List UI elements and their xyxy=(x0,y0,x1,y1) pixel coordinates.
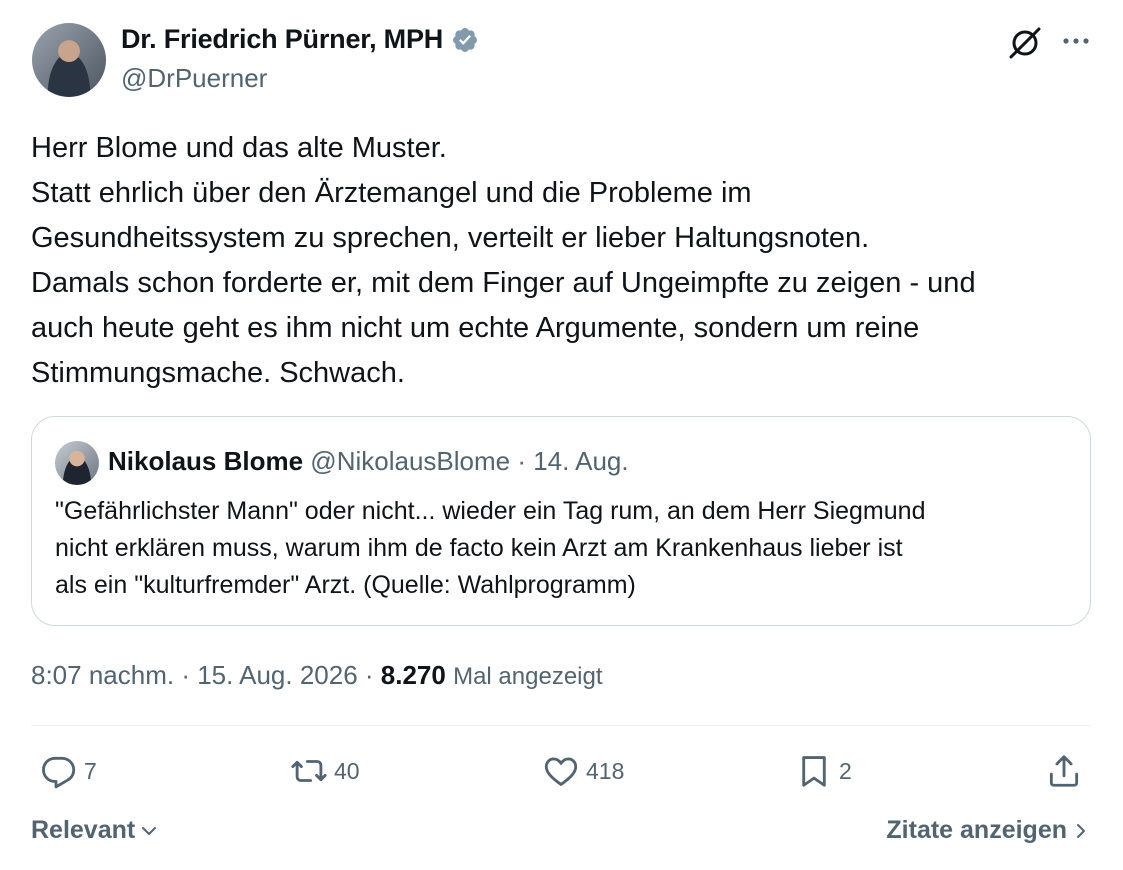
quoted-tweet-line: nicht erklären muss, warum ihm de facto … xyxy=(55,534,903,562)
sort-label: Relevant xyxy=(31,816,136,844)
bookmark-icon xyxy=(802,756,826,787)
tweet-line: Statt ehrlich über den Ärztemangel und d… xyxy=(31,177,752,209)
like-count: 418 xyxy=(586,757,625,784)
tweet-line: Gesundheitssystem zu sprechen, verteilt … xyxy=(31,222,870,254)
author-handle[interactable]: @DrPuerner xyxy=(121,63,267,94)
bookmark-count: 2 xyxy=(839,757,852,784)
author-name[interactable]: Dr. Friedrich Pürner, MPH xyxy=(121,24,443,55)
view-quotes-label: Zitate anzeigen xyxy=(886,816,1067,844)
quoted-tweet-text: "Gefährlichster Mann" oder nicht... wied… xyxy=(55,493,1065,604)
tweet-timestamp[interactable]: 8:07 nachm. · 15. Aug. 2026 · xyxy=(31,660,381,690)
tweet-line: auch heute geht es ihm nicht um echte Ar… xyxy=(31,312,920,344)
bookmark-button[interactable]: 2 xyxy=(795,752,852,790)
author-name-row: Dr. Friedrich Pürner, MPH xyxy=(121,24,479,55)
repost-count: 40 xyxy=(334,757,360,784)
tweet-line: Herr Blome und das alte Muster. xyxy=(31,132,447,164)
sort-dropdown[interactable]: Relevant xyxy=(31,816,159,845)
quoted-author-meta: @NikolausBlome · 14. Aug. xyxy=(310,446,629,476)
tweet-line: Stimmungsmache. Schwach. xyxy=(31,357,405,389)
like-icon xyxy=(544,757,578,786)
author-avatar[interactable] xyxy=(32,23,106,97)
grok-icon[interactable] xyxy=(1007,25,1043,61)
quoted-author-avatar xyxy=(55,441,99,485)
reply-icon xyxy=(42,756,76,789)
chevron-down-icon xyxy=(142,826,157,835)
share-button[interactable] xyxy=(1045,752,1083,790)
view-quotes-link[interactable]: Zitate anzeigen xyxy=(886,816,1091,845)
quoted-tweet-line: als ein "kulturfremder" Arzt. (Quelle: W… xyxy=(55,571,636,599)
verified-badge-icon xyxy=(453,27,478,52)
reply-button[interactable]: 7 xyxy=(40,752,97,790)
chevron-right-icon xyxy=(1077,823,1085,838)
repost-button[interactable]: 40 xyxy=(290,752,360,790)
tweet-text: Herr Blome und das alte Muster. Statt eh… xyxy=(31,126,1101,396)
quoted-tweet-header: Nikolaus Blome @NikolausBlome · 14. Aug. xyxy=(108,446,629,477)
views-label: Mal angezeigt xyxy=(453,663,603,690)
share-icon xyxy=(1049,755,1079,787)
tweet-meta: 8:07 nachm. · 15. Aug. 2026 · 8.270 Mal … xyxy=(31,660,603,691)
quoted-tweet-line: "Gefährlichster Mann" oder nicht... wied… xyxy=(55,497,926,525)
tweet-line: Damals schon forderte er, mit dem Finger… xyxy=(31,267,976,299)
views-count[interactable]: 8.270 xyxy=(381,660,446,690)
divider xyxy=(31,725,1091,726)
quoted-author-name: Nikolaus Blome xyxy=(108,446,304,476)
reply-count: 7 xyxy=(84,757,97,784)
like-button[interactable]: 418 xyxy=(542,752,624,790)
more-icon[interactable] xyxy=(1061,28,1091,54)
quoted-tweet-card[interactable]: Nikolaus Blome @NikolausBlome · 14. Aug.… xyxy=(31,416,1091,626)
repost-icon xyxy=(291,760,327,782)
